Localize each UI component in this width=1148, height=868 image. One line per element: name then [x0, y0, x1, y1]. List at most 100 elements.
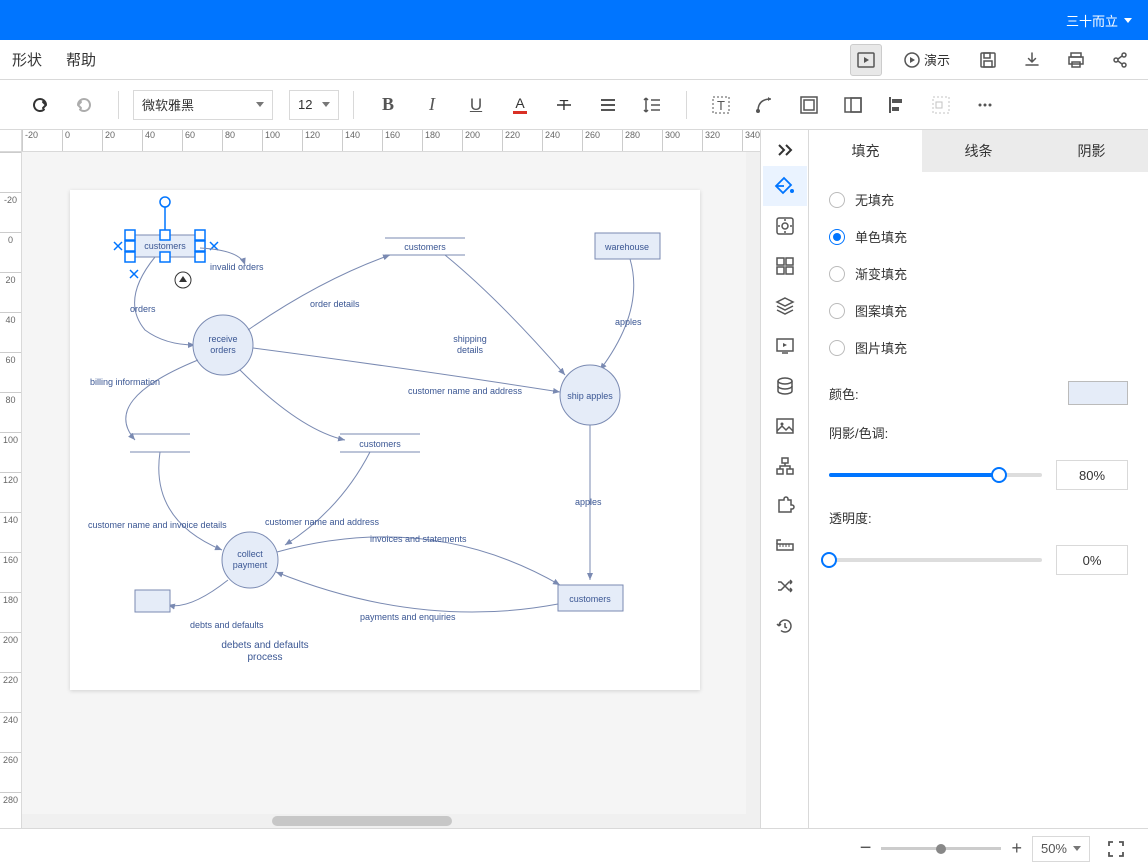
caret-down-icon	[1124, 18, 1132, 23]
scrollbar-horizontal[interactable]	[22, 814, 760, 828]
menu-help[interactable]: 帮助	[66, 49, 96, 70]
svg-text:shipping: shipping	[453, 334, 487, 344]
align-button[interactable]	[588, 87, 628, 123]
svg-text:customer name and address: customer name and address	[408, 386, 523, 396]
hierarchy-tool-button[interactable]	[763, 446, 807, 486]
chevron-down-icon	[322, 102, 330, 107]
node-customers-selected[interactable]: customers	[114, 197, 218, 288]
svg-text:customers: customers	[359, 439, 401, 449]
ruler-tool-button[interactable]	[763, 526, 807, 566]
font-size: 12	[298, 97, 312, 112]
font-select[interactable]: 微软雅黑	[133, 90, 273, 120]
svg-text:invoices and statements: invoices and statements	[370, 534, 467, 544]
line-spacing-button[interactable]	[632, 87, 672, 123]
strikethrough-button[interactable]: T	[544, 87, 584, 123]
text-tool-button[interactable]: T	[701, 87, 741, 123]
fill-option-gradient[interactable]: 渐变填充	[829, 264, 1128, 283]
image-button[interactable]	[833, 87, 873, 123]
align-objects-button[interactable]	[877, 87, 917, 123]
download-button[interactable]	[1016, 44, 1048, 76]
svg-text:billing information: billing information	[90, 377, 160, 387]
node-customers-2[interactable]: customers	[385, 238, 465, 255]
undo-button[interactable]	[20, 87, 60, 123]
svg-text:apples: apples	[615, 317, 642, 327]
svg-text:warehouse: warehouse	[604, 242, 649, 252]
canvas-area[interactable]: -200204060801001201401601802002202402602…	[0, 130, 760, 828]
chevron-down-icon	[256, 102, 264, 107]
menu-shapes[interactable]: 形状	[12, 49, 42, 70]
tab-fill[interactable]: 填充	[809, 130, 922, 172]
node-datastore-1[interactable]	[130, 434, 190, 452]
group-button[interactable]	[921, 87, 961, 123]
fill-option-image[interactable]: 图片填充	[829, 338, 1128, 357]
node-receive-orders[interactable]: receive orders	[193, 315, 253, 375]
svg-text:details: details	[457, 345, 484, 355]
node-customers-4[interactable]: customers	[558, 585, 623, 611]
puzzle-tool-button[interactable]	[763, 486, 807, 526]
node-small-rect[interactable]	[135, 590, 170, 612]
font-color-button[interactable]: A	[500, 87, 540, 123]
fill-option-pattern[interactable]: 图案填充	[829, 301, 1128, 320]
redo-button[interactable]	[64, 87, 104, 123]
fill-option-none[interactable]: 无填充	[829, 190, 1128, 209]
collapse-panel-button[interactable]	[763, 134, 807, 166]
main-area: -200204060801001201401601802002202402602…	[0, 130, 1148, 828]
node-warehouse[interactable]: warehouse	[595, 233, 660, 259]
svg-text:A: A	[515, 95, 525, 111]
svg-text:debts and defaults: debts and defaults	[190, 620, 264, 630]
fullscreen-button[interactable]	[1100, 833, 1132, 865]
panel-tabs: 填充 线条 阴影	[809, 130, 1148, 172]
opacity-slider[interactable]	[829, 558, 1042, 562]
database-tool-button[interactable]	[763, 366, 807, 406]
tab-line[interactable]: 线条	[922, 130, 1035, 172]
play-tool-button[interactable]	[763, 326, 807, 366]
tint-value[interactable]: 80%	[1056, 460, 1128, 490]
svg-text:order details: order details	[310, 299, 360, 309]
side-toolstrip	[760, 130, 808, 828]
underline-button[interactable]: U	[456, 87, 496, 123]
svg-text:process: process	[247, 652, 282, 663]
italic-button[interactable]: I	[412, 87, 452, 123]
present-label: 演示	[924, 50, 950, 69]
print-button[interactable]	[1060, 44, 1092, 76]
node-ship-apples[interactable]: ship apples	[560, 365, 620, 425]
bold-button[interactable]: B	[368, 87, 408, 123]
ruler-corner	[0, 130, 22, 152]
share-button[interactable]	[1104, 44, 1136, 76]
fill-option-solid[interactable]: 单色填充	[829, 227, 1128, 246]
zoom-in-button[interactable]: +	[1011, 838, 1022, 859]
tab-shadow[interactable]: 阴影	[1035, 130, 1148, 172]
color-swatch[interactable]	[1068, 381, 1128, 405]
layers-tool-button[interactable]	[763, 286, 807, 326]
svg-text:customers: customers	[569, 594, 611, 604]
zoom-select[interactable]: 50%	[1032, 836, 1090, 862]
shuffle-tool-button[interactable]	[763, 566, 807, 606]
fontsize-select[interactable]: 12	[289, 90, 339, 120]
more-button[interactable]	[965, 87, 1005, 123]
image-tool-button[interactable]	[763, 406, 807, 446]
svg-text:ship apples: ship apples	[567, 391, 613, 401]
settings-tool-button[interactable]	[763, 206, 807, 246]
container-button[interactable]	[789, 87, 829, 123]
opacity-value[interactable]: 0%	[1056, 545, 1128, 575]
save-button[interactable]	[972, 44, 1004, 76]
svg-text:orders: orders	[130, 304, 156, 314]
zoom-slider[interactable]	[881, 847, 1001, 850]
tint-slider[interactable]	[829, 473, 1042, 477]
node-collect-payment[interactable]: collect payment	[222, 532, 278, 588]
node-customers-3[interactable]: customers	[340, 434, 420, 452]
svg-text:customer name and address: customer name and address	[265, 517, 380, 527]
svg-text:receive: receive	[208, 334, 237, 344]
embed-button[interactable]	[850, 44, 882, 76]
scrollbar-vertical[interactable]	[746, 152, 760, 814]
user-dropdown[interactable]: 三十而立	[1066, 11, 1132, 30]
svg-text:debets and defaults: debets and defaults	[221, 640, 308, 651]
diagram-page[interactable]: customers	[70, 190, 700, 690]
fill-tool-button[interactable]	[763, 166, 807, 206]
ruler-horizontal: -200204060801001201401601802002202402602…	[22, 130, 760, 152]
grid-tool-button[interactable]	[763, 246, 807, 286]
present-button[interactable]: 演示	[894, 44, 960, 76]
zoom-out-button[interactable]: −	[860, 837, 872, 860]
history-tool-button[interactable]	[763, 606, 807, 646]
connector-button[interactable]	[745, 87, 785, 123]
